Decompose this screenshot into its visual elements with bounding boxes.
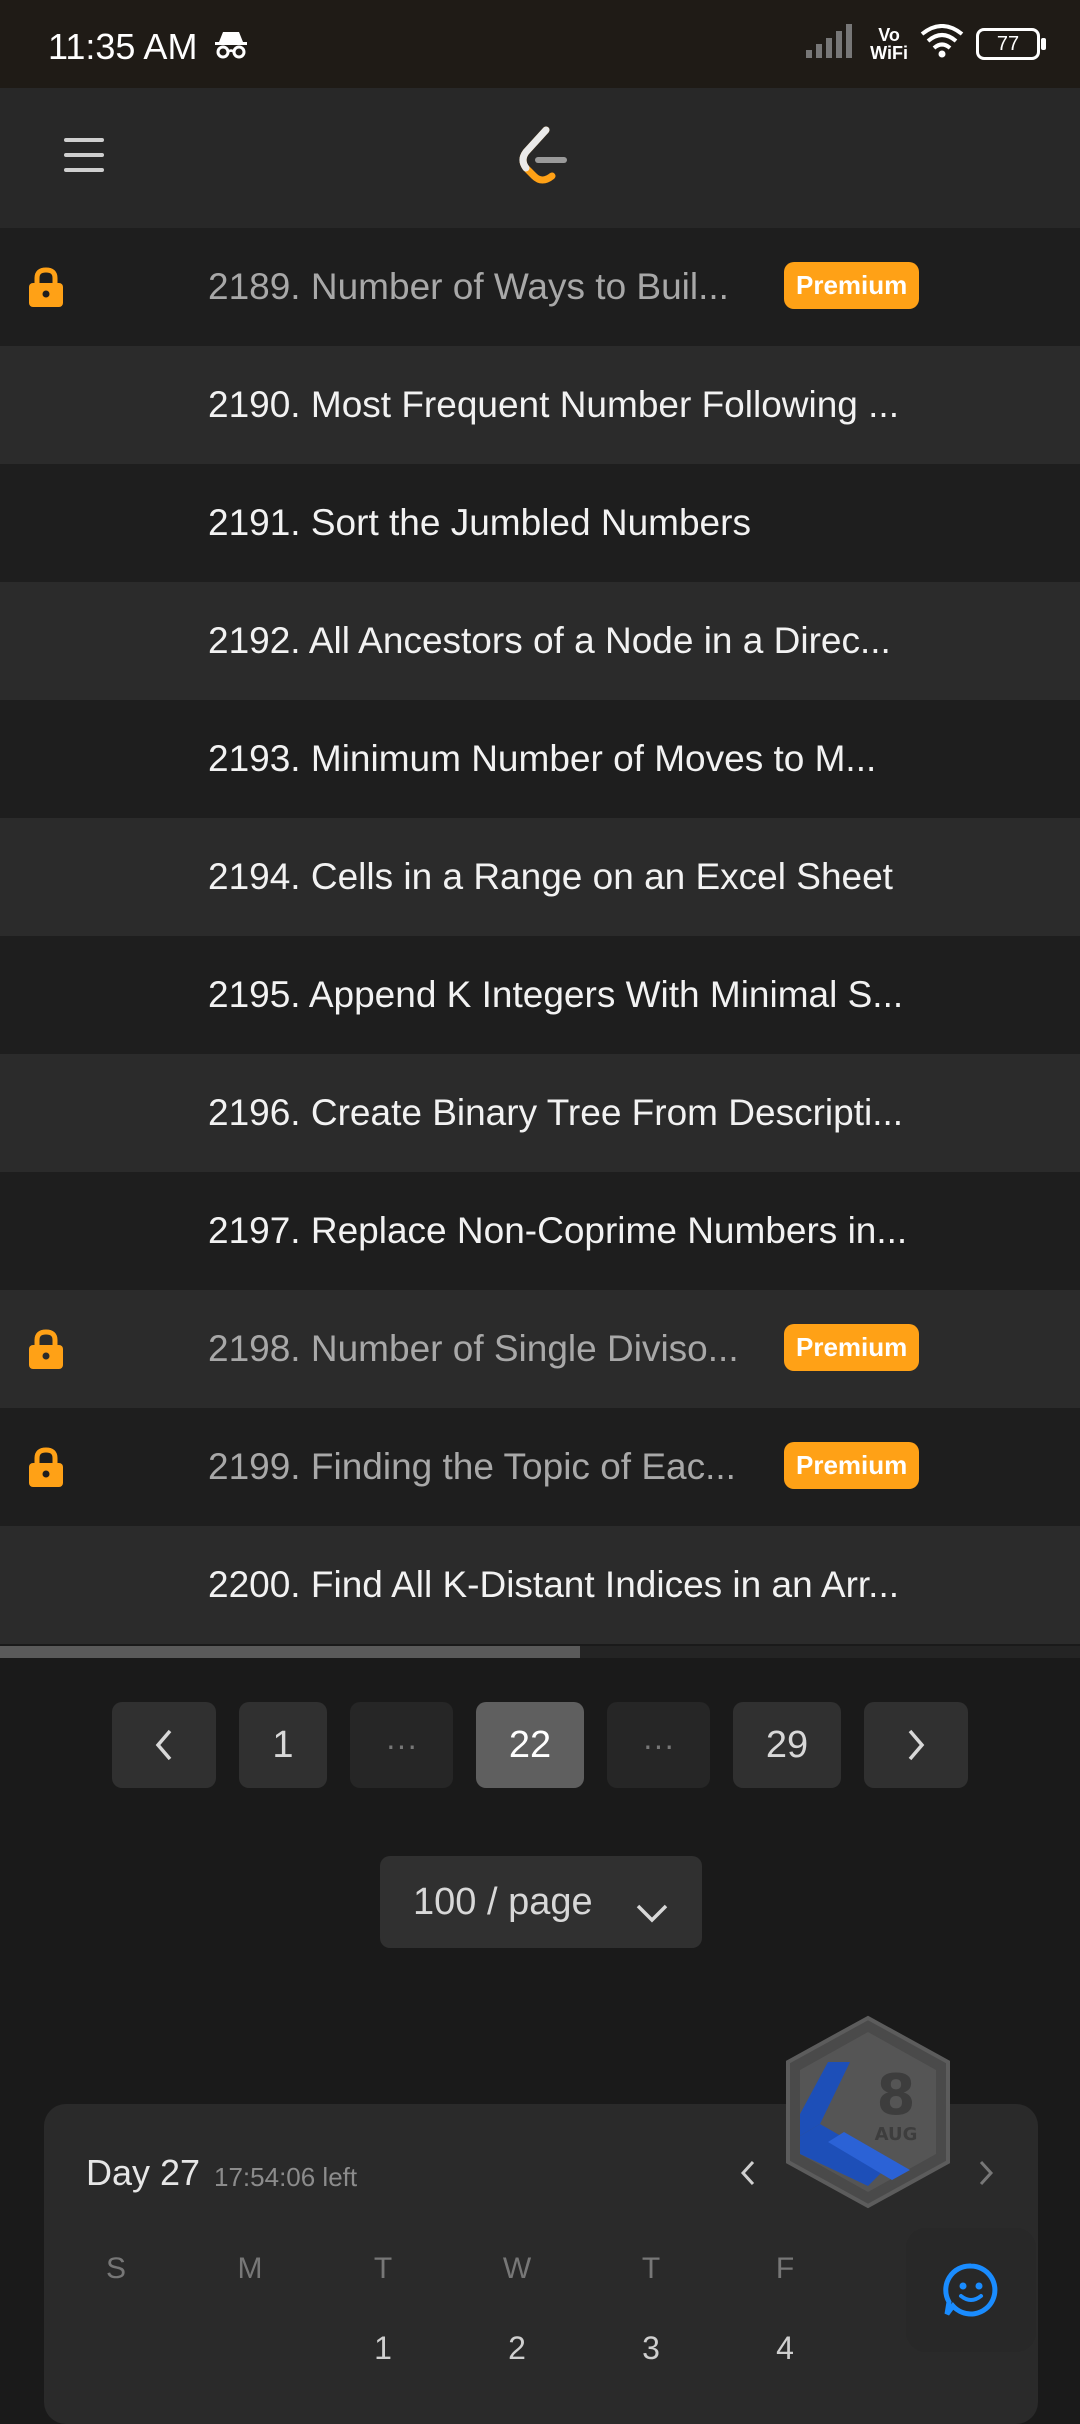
page-ellipsis-left[interactable]: ··· [350,1702,453,1788]
weekday-label: T [373,2252,393,2285]
status-bar: 11:35 AM Vo WiFi 77 [0,0,1080,88]
badge-month: AUG [875,2124,918,2145]
smile-chat-icon [943,2263,998,2317]
problem-title[interactable]: 2191. Sort the Jumbled Numbers [208,502,751,544]
problem-title[interactable]: 2195. Append K Integers With Minimal S..… [208,974,903,1016]
weekday-label: T [641,2252,661,2285]
lock-icon [26,266,66,313]
pagination: 1 ··· 22 ··· 29 [0,1702,1080,1788]
incognito-icon [214,30,248,65]
page-button-current[interactable]: 22 [476,1702,584,1788]
prev-page-button[interactable] [112,1702,216,1788]
premium-badge: Premium [784,1324,920,1371]
calendar-date[interactable]: 3 [621,2330,681,2367]
problem-row[interactable]: 2199. Finding the Topic of Eac... Premiu… [0,1408,1080,1526]
problem-row[interactable]: 2196. Create Binary Tree From Descripti.… [0,1054,1080,1172]
weekday-label: W [502,2252,532,2285]
chevron-left-icon [155,1729,172,1761]
premium-badge: Premium [784,1442,920,1489]
page-ellipsis-right[interactable]: ··· [607,1702,710,1788]
chevron-right-icon [908,1729,925,1761]
problem-row[interactable]: 2189. Number of Ways to Buil... Premium [0,228,1080,346]
problem-row[interactable]: 2192. All Ancestors of a Node in a Direc… [0,582,1080,700]
lock-icon [26,1446,66,1493]
horizontal-scrollbar[interactable] [0,1646,1080,1658]
calendar-next-icon[interactable] [978,2160,994,2191]
problem-row[interactable]: 2197. Replace Non-Coprime Numbers in... [0,1172,1080,1290]
calendar-prev-icon[interactable] [740,2160,756,2191]
chevron-down-icon [636,1890,668,1933]
weekday-label: M [237,2252,263,2285]
problem-title[interactable]: 2190. Most Frequent Number Following ... [208,384,899,426]
wifi-icon [920,24,964,63]
weekday-label: S [105,2252,126,2285]
signal-icon [806,24,858,63]
vowifi-top: Vo [878,24,900,45]
hamburger-menu-icon[interactable] [64,138,104,183]
vowifi-indicator: Vo WiFi [870,26,908,62]
page-button-last[interactable]: 29 [733,1702,841,1788]
calendar-date[interactable]: 4 [755,2330,815,2367]
calendar-time-left: 17:54:06 left [214,2162,358,2192]
calendar-date[interactable]: 2 [487,2330,547,2367]
premium-badge: Premium [784,262,920,309]
page-size-select[interactable]: 100 / page [380,1856,702,1948]
page-size-label: 100 / page [413,1880,593,1923]
problem-title[interactable]: 2199. Finding the Topic of Eac... [208,1446,736,1488]
status-time: 11:35 AM [48,26,198,67]
scrollbar-thumb[interactable] [0,1646,580,1658]
next-page-button[interactable] [864,1702,968,1788]
problem-row[interactable]: 2195. Append K Integers With Minimal S..… [0,936,1080,1054]
problem-row[interactable]: 2200. Find All K-Distant Indices in an A… [0,1526,1080,1644]
problem-title[interactable]: 2192. All Ancestors of a Node in a Direc… [208,620,891,662]
problem-row[interactable]: 2198. Number of Single Diviso... Premium [0,1290,1080,1408]
calendar-day: Day 27 [86,2152,201,2193]
monthly-badge-icon[interactable]: 8 AUG [780,2014,956,2215]
battery-indicator: 77 [976,27,1046,60]
problem-title[interactable]: 2198. Number of Single Diviso... [208,1328,739,1370]
vowifi-bottom: WiFi [870,42,908,63]
chat-button[interactable] [906,2228,1036,2352]
problem-title[interactable]: 2189. Number of Ways to Buil... [208,266,729,308]
problem-title[interactable]: 2200. Find All K-Distant Indices in an A… [208,1564,899,1606]
problem-title[interactable]: 2194. Cells in a Range on an Excel Sheet [208,856,893,898]
problem-row[interactable]: 2194. Cells in a Range on an Excel Sheet [0,818,1080,936]
problem-list: 2189. Number of Ways to Buil... Premium … [0,228,1080,1644]
leetcode-logo-icon[interactable] [512,124,570,195]
weekday-label: F [775,2252,795,2285]
problem-title[interactable]: 2196. Create Binary Tree From Descripti.… [208,1092,903,1134]
page-button-first[interactable]: 1 [239,1702,327,1788]
problem-row[interactable]: 2190. Most Frequent Number Following ... [0,346,1080,464]
app-header [0,88,1080,228]
problem-title[interactable]: 2197. Replace Non-Coprime Numbers in... [208,1210,907,1252]
problem-title[interactable]: 2193. Minimum Number of Moves to M... [208,738,876,780]
lock-icon [26,1328,66,1375]
calendar-date[interactable]: 1 [353,2330,413,2367]
badge-day: 8 [877,2063,916,2128]
problem-row[interactable]: 2191. Sort the Jumbled Numbers [0,464,1080,582]
problem-row[interactable]: 2193. Minimum Number of Moves to M... [0,700,1080,818]
